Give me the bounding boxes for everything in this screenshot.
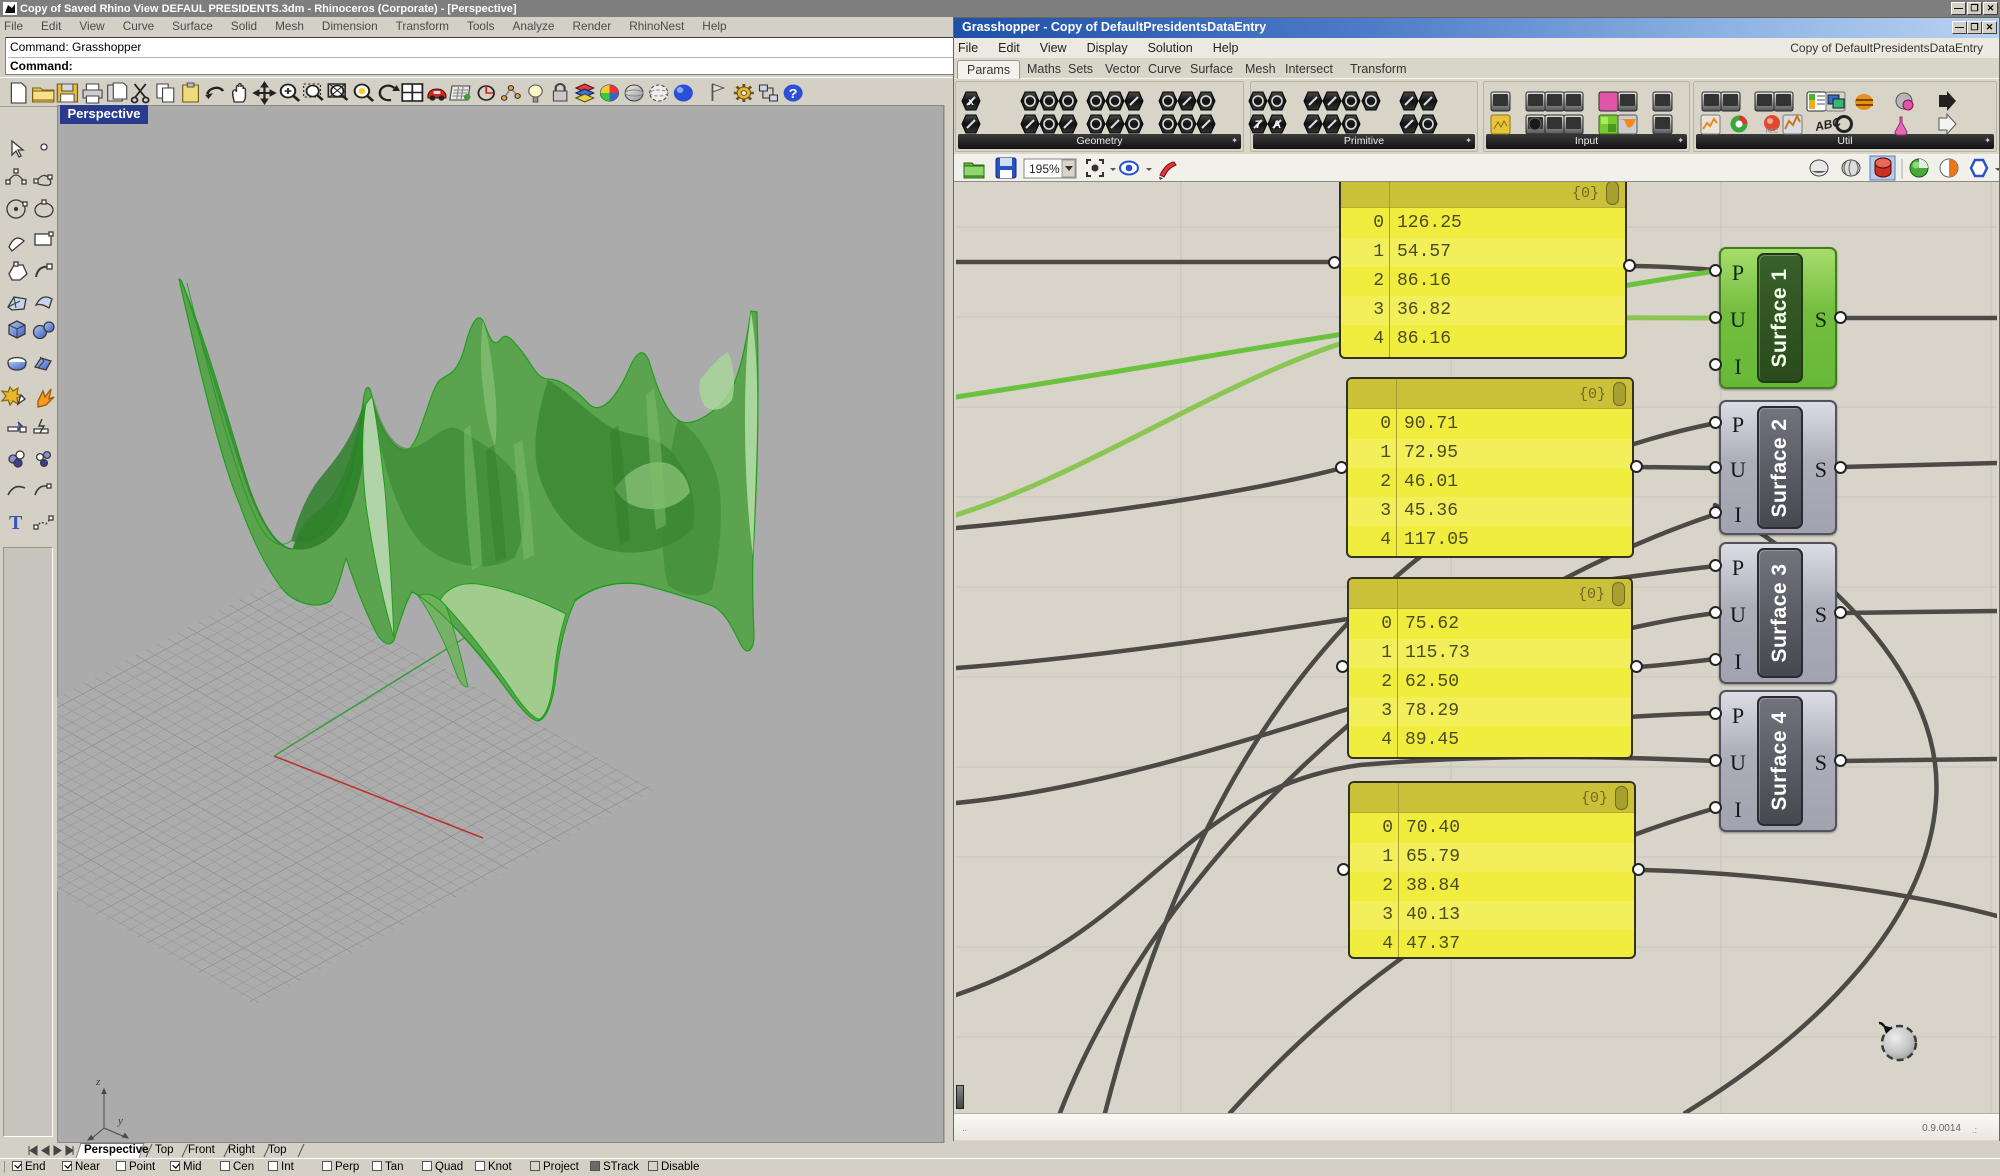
svg-text:x: x — [968, 97, 974, 108]
svg-text:195%: 195% — [1029, 162, 1060, 176]
svg-text:T: T — [9, 512, 23, 534]
svg-text:A: A — [1273, 119, 1281, 131]
svg-text:z: z — [95, 1076, 101, 1088]
svg-text:REC: REC — [1766, 129, 1779, 135]
svg-text:7: 7 — [1255, 119, 1261, 131]
svg-text:?: ? — [789, 87, 798, 101]
svg-text:y: y — [117, 1115, 123, 1127]
